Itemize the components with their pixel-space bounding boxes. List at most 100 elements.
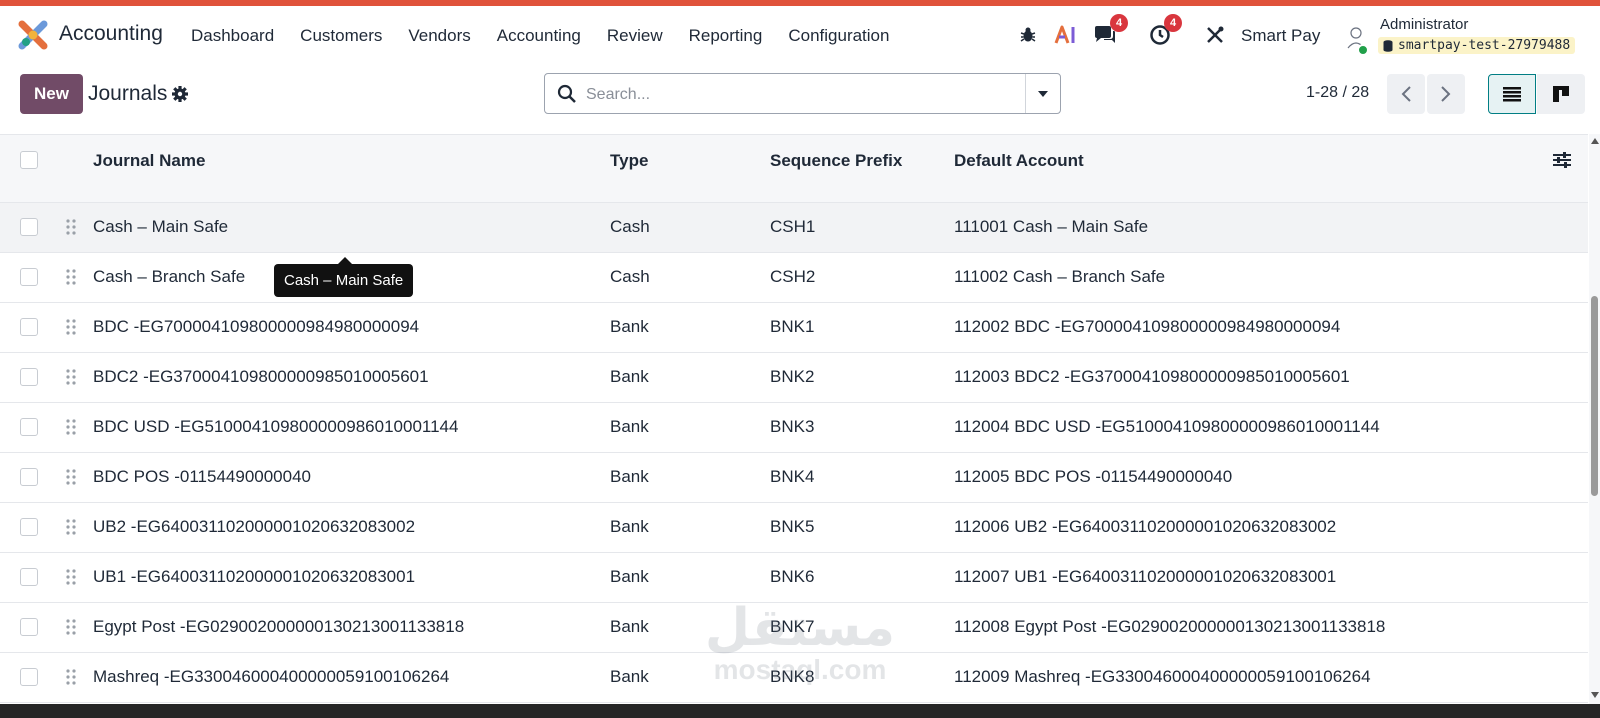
column-journal-name[interactable]: Journal Name [93, 151, 205, 171]
database-name: smartpay-test-27979488 [1398, 38, 1571, 53]
sequence-prefix-cell: BNK2 [770, 367, 815, 386]
type-cell: Bank [610, 617, 649, 636]
page-title: Journals [88, 82, 168, 105]
default-account-cell: 112007 UB1 -EG64003110200000102063208300… [954, 567, 1337, 586]
messages-button[interactable]: 4 [1092, 14, 1128, 50]
ai-button[interactable] [1052, 20, 1080, 50]
table-row[interactable]: BDC USD -EG510004109800000986010001144 Ba… [0, 403, 1588, 453]
online-status-dot [1357, 44, 1369, 56]
vertical-scrollbar[interactable] [1589, 134, 1600, 704]
database-chip: smartpay-test-27979488 [1378, 37, 1576, 54]
drag-handle-icon[interactable] [66, 519, 76, 535]
drag-handle-icon[interactable] [66, 419, 76, 435]
main-navbar: Accounting Dashboard Customers Vendors A… [0, 6, 1600, 64]
table-row[interactable]: BDC -EG700004109800000984980000094 Bank BN… [0, 303, 1588, 353]
row-checkbox[interactable] [20, 468, 38, 486]
type-cell: Bank [610, 517, 649, 536]
type-cell: Cash [610, 217, 650, 236]
table-row[interactable]: UB1 -EG640031102000001020632083001 Bank BN… [0, 553, 1588, 603]
sequence-prefix-cell: BNK6 [770, 567, 815, 586]
drag-handle-icon[interactable] [66, 569, 76, 585]
app-logo-icon[interactable] [18, 20, 48, 50]
row-checkbox[interactable] [20, 518, 38, 536]
menu-customers[interactable]: Customers [300, 26, 382, 46]
drag-handle-icon[interactable] [66, 619, 76, 635]
gear-icon[interactable] [171, 85, 189, 103]
debug-button[interactable] [1016, 20, 1040, 50]
default-account-cell: 112004 BDC USD -EG5100041098000009860100… [954, 417, 1380, 436]
menu-reporting[interactable]: Reporting [689, 26, 763, 46]
journal-name-cell: Mashreq -EG330046000400000059100106264 [93, 667, 450, 686]
row-checkbox[interactable] [20, 668, 38, 686]
sequence-prefix-cell: BNK4 [770, 467, 815, 486]
pager-value[interactable]: 1-28 / 28 [1306, 84, 1369, 102]
column-default-account[interactable]: Default Account [954, 151, 1084, 171]
watermark: مستقل mostaql.com [700, 600, 900, 700]
table-row[interactable]: BDC POS -01154490000040 Bank BNK4 112005 BD… [0, 453, 1588, 503]
default-account-cell: 112003 BDC2 -EG3700041098000009850100056… [954, 367, 1350, 386]
sequence-prefix-cell: BNK5 [770, 517, 815, 536]
table-row[interactable]: Cash – Main Safe Cash CSH1 111001 Cash – Ma… [0, 203, 1588, 253]
menu-accounting[interactable]: Accounting [497, 26, 581, 46]
drag-handle-icon[interactable] [66, 669, 76, 685]
default-account-cell: 112002 BDC -EG70000410980000098498000009… [954, 317, 1341, 336]
optional-columns-icon[interactable] [1552, 151, 1572, 169]
table-row[interactable]: UB2 -EG640031102000001020632083002 Bank BN… [0, 503, 1588, 553]
search-input[interactable]: Search... [586, 86, 650, 104]
select-all-checkbox[interactable] [20, 151, 38, 169]
journal-name-cell: BDC POS -01154490000040 [93, 467, 312, 486]
row-checkbox[interactable] [20, 618, 38, 636]
table-row[interactable]: BDC2 -EG370004109800000985010005601 Bank B… [0, 353, 1588, 403]
type-cell: Cash [610, 267, 650, 286]
chevron-right-icon [1441, 86, 1451, 102]
scroll-up-arrow[interactable] [1591, 138, 1599, 144]
kanban-view-button[interactable] [1537, 74, 1585, 114]
default-account-cell: 112006 UB2 -EG64003110200000102063208300… [954, 517, 1337, 536]
drag-handle-icon[interactable] [66, 369, 76, 385]
menu-vendors[interactable]: Vendors [408, 26, 470, 46]
row-checkbox[interactable] [20, 368, 38, 386]
pager-next-button[interactable] [1427, 74, 1465, 114]
type-cell: Bank [610, 367, 649, 386]
journal-name-cell: Egypt Post -EG02900200000013021300113381… [93, 617, 465, 636]
row-checkbox[interactable] [20, 568, 38, 586]
company-name[interactable]: Smart Pay [1241, 26, 1320, 46]
sequence-prefix-cell: CSH2 [770, 267, 816, 286]
row-checkbox[interactable] [20, 268, 38, 286]
watermark-latin: mostaql.com [713, 654, 887, 685]
menu-dashboard[interactable]: Dashboard [191, 26, 274, 46]
drag-handle-icon[interactable] [66, 469, 76, 485]
scroll-thumb[interactable] [1591, 296, 1598, 496]
table-row[interactable]: Cash – Branch Safe Cash CSH2 111002 Cash – … [0, 253, 1588, 303]
search-bar: Search... [544, 73, 1061, 114]
menu-review[interactable]: Review [607, 26, 663, 46]
activities-badge: 4 [1164, 14, 1182, 32]
pager-previous-button[interactable] [1387, 74, 1425, 114]
list-icon [1503, 87, 1521, 102]
drag-handle-icon[interactable] [66, 219, 76, 235]
search-options-toggle[interactable] [1036, 88, 1050, 100]
drag-handle-icon[interactable] [66, 319, 76, 335]
column-type[interactable]: Type [610, 151, 648, 171]
main-menu: Dashboard Customers Vendors Accounting R… [191, 26, 915, 46]
database-icon [1383, 39, 1393, 52]
search-divider [1025, 74, 1026, 113]
drag-handle-icon[interactable] [66, 269, 76, 285]
menu-configuration[interactable]: Configuration [788, 26, 889, 46]
column-sequence-prefix[interactable]: Sequence Prefix [770, 151, 902, 171]
row-checkbox[interactable] [20, 418, 38, 436]
search-icon [557, 84, 576, 103]
row-checkbox[interactable] [20, 218, 38, 236]
app-name[interactable]: Accounting [59, 22, 163, 46]
user-name[interactable]: Administrator [1380, 16, 1468, 33]
new-button[interactable]: New [20, 74, 83, 114]
activities-button[interactable]: 4 [1148, 14, 1182, 50]
bug-icon [1020, 27, 1036, 42]
company-switch-button[interactable] [1203, 20, 1227, 50]
scroll-down-arrow[interactable] [1591, 692, 1599, 698]
journal-name-cell: UB1 -EG640031102000001020632083001 [93, 567, 416, 586]
kanban-icon [1553, 86, 1569, 102]
list-view-button[interactable] [1488, 74, 1536, 114]
journal-name-cell: BDC USD -EG510004109800000986010001144 [93, 417, 459, 436]
row-checkbox[interactable] [20, 318, 38, 336]
